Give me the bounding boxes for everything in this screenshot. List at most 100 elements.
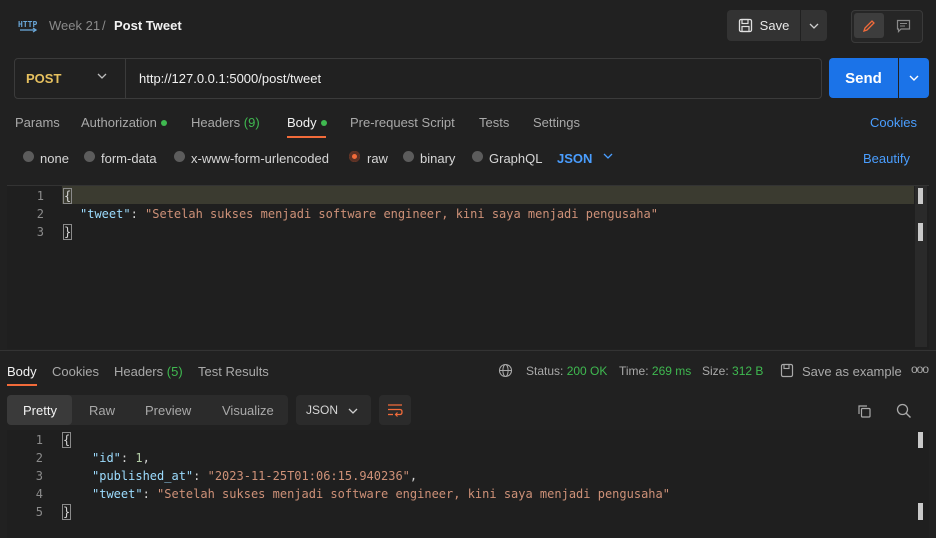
tab-pre-request-script[interactable]: Pre-request Script xyxy=(350,115,455,130)
request-title[interactable]: Post Tweet xyxy=(114,18,182,33)
tab-tests[interactable]: Tests xyxy=(479,115,509,130)
json-colon: : xyxy=(142,487,158,501)
radio-binary[interactable] xyxy=(403,151,414,162)
line-number: 1 xyxy=(36,189,44,203)
beautify-button[interactable]: Beautify xyxy=(863,151,910,166)
response-headers-count: (5) xyxy=(166,364,183,379)
code-line: "published_at": "2023-11-25T01:06:15.940… xyxy=(92,469,417,483)
body-type-binary[interactable]: binary xyxy=(420,151,455,166)
status-dot xyxy=(320,119,327,126)
send-button[interactable]: Send xyxy=(829,58,898,98)
size-indicator[interactable]: Size: 312 B xyxy=(702,364,763,378)
chevron-down-icon xyxy=(809,23,819,29)
radio-graphql[interactable] xyxy=(472,151,483,162)
time-indicator[interactable]: Time: 269 ms xyxy=(619,364,691,378)
line-number: 2 xyxy=(36,207,44,221)
json-key: "id" xyxy=(92,451,121,465)
code-close-brace: } xyxy=(62,224,73,240)
tab-body[interactable]: Body xyxy=(287,115,327,130)
scrollbar-thumb[interactable] xyxy=(918,188,923,204)
wrap-lines-button[interactable] xyxy=(379,395,411,425)
scrollbar-thumb[interactable] xyxy=(918,503,923,520)
code-open-brace: { xyxy=(62,188,73,204)
url-input[interactable]: http://127.0.0.1:5000/post/tweet xyxy=(139,71,321,86)
scrollbar-thumb[interactable] xyxy=(918,432,923,448)
size-label: Size: xyxy=(702,364,729,378)
tab-settings[interactable]: Settings xyxy=(533,115,580,130)
save-label: Save xyxy=(759,18,790,33)
body-type-none[interactable]: none xyxy=(40,151,69,166)
status-dot xyxy=(160,119,167,126)
view-pretty[interactable]: Pretty xyxy=(23,403,57,418)
response-tab-test-results[interactable]: Test Results xyxy=(198,364,269,379)
radio-raw[interactable] xyxy=(349,151,360,162)
chevron-down-icon[interactable] xyxy=(97,73,107,79)
json-string-value: "2023-11-25T01:06:15.940236" xyxy=(207,469,410,483)
json-string-value: "Setelah sukses menjadi software enginee… xyxy=(157,487,670,501)
json-key: "published_at" xyxy=(92,469,194,483)
copy-icon[interactable] xyxy=(857,404,872,419)
send-options-button[interactable] xyxy=(899,58,929,98)
url-bar xyxy=(14,58,822,99)
code-line: "tweet": "Setelah sukses menjadi softwar… xyxy=(80,207,658,221)
headers-count: (9) xyxy=(243,115,260,130)
active-tab-indicator xyxy=(7,384,37,386)
current-line-highlight xyxy=(62,186,914,204)
save-options-button[interactable] xyxy=(801,10,827,41)
scrollbar-thumb[interactable] xyxy=(918,223,923,241)
tab-authorization[interactable]: Authorization xyxy=(81,115,167,130)
radio-form-data[interactable] xyxy=(84,151,95,162)
wrap-lines-icon xyxy=(388,404,403,417)
view-preview[interactable]: Preview xyxy=(145,403,191,418)
json-comma: , xyxy=(142,451,150,465)
line-number: 1 xyxy=(35,433,43,447)
json-key: "tweet" xyxy=(80,207,131,221)
code-close-brace: } xyxy=(61,504,72,520)
json-colon: : xyxy=(130,207,146,221)
radio-x-www-form-urlencoded[interactable] xyxy=(174,151,185,162)
breadcrumb-separator: / xyxy=(102,18,106,33)
more-options-button[interactable]: ooo xyxy=(911,362,929,376)
breadcrumb-collection[interactable]: Week 21 xyxy=(49,18,100,33)
cookies-link[interactable]: Cookies xyxy=(870,115,917,130)
body-type-form-data[interactable]: form-data xyxy=(101,151,157,166)
chevron-down-icon xyxy=(909,75,919,81)
comment-mode-button[interactable] xyxy=(888,13,918,38)
line-number: 3 xyxy=(35,469,43,483)
save-as-example-button[interactable]: Save as example xyxy=(802,364,902,379)
tab-headers[interactable]: Headers (9) xyxy=(191,115,260,130)
search-icon[interactable] xyxy=(896,403,912,419)
line-number: 5 xyxy=(35,505,43,519)
body-type-urlencoded[interactable]: x-www-form-urlencoded xyxy=(191,151,329,166)
response-body-viewer[interactable] xyxy=(7,430,929,538)
body-type-graphql[interactable]: GraphQL xyxy=(489,151,542,166)
view-visualize[interactable]: Visualize xyxy=(222,403,274,418)
chevron-down-icon[interactable] xyxy=(603,153,613,159)
method-select[interactable]: POST xyxy=(26,71,61,86)
radio-none[interactable] xyxy=(23,151,34,162)
response-divider[interactable] xyxy=(0,350,936,351)
save-icon xyxy=(780,363,794,378)
editor-scrollbar[interactable] xyxy=(915,186,927,347)
save-icon xyxy=(738,18,752,33)
edit-mode-button[interactable] xyxy=(854,13,884,38)
line-number: 4 xyxy=(35,487,43,501)
response-tab-body[interactable]: Body xyxy=(7,364,37,379)
response-format-label: JSON xyxy=(306,403,339,417)
body-format-select[interactable]: JSON xyxy=(557,151,592,166)
response-tab-cookies[interactable]: Cookies xyxy=(52,364,99,379)
status-indicator[interactable]: Status: 200 OK xyxy=(526,364,607,378)
json-comma: , xyxy=(409,469,418,483)
response-tab-headers[interactable]: Headers (5) xyxy=(114,364,183,379)
view-raw[interactable]: Raw xyxy=(89,403,115,418)
response-headers-label: Headers xyxy=(114,364,164,379)
code-line: "id": 1, xyxy=(92,451,150,465)
globe-icon[interactable] xyxy=(498,363,513,378)
tab-body-label: Body xyxy=(287,115,317,130)
tab-params[interactable]: Params xyxy=(15,115,60,130)
save-button[interactable]: Save xyxy=(727,10,800,41)
chevron-down-icon xyxy=(348,408,358,414)
body-type-raw[interactable]: raw xyxy=(367,151,388,166)
json-key: "tweet" xyxy=(92,487,143,501)
json-colon: : xyxy=(120,451,136,465)
